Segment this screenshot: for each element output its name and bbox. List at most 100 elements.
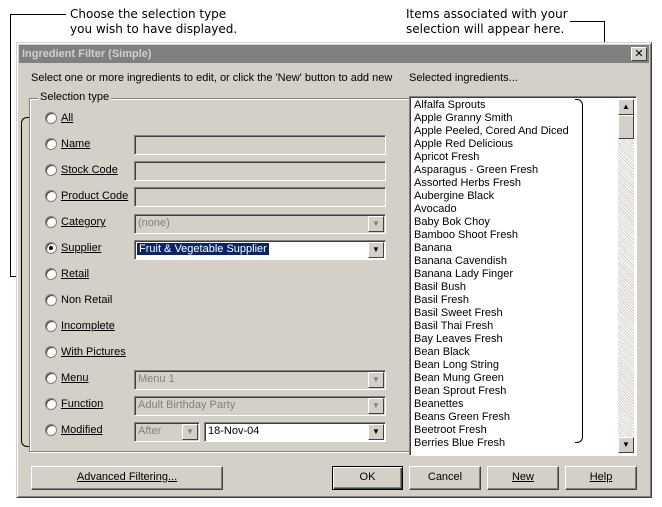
scroll-thumb[interactable] [618, 115, 634, 139]
close-icon[interactable]: ✕ [631, 47, 647, 61]
list-item[interactable]: Alfalfa Sprouts [414, 99, 636, 112]
radio-all-button[interactable] [45, 112, 57, 124]
list-item[interactable]: Asparagus - Green Fresh [414, 164, 636, 177]
list-scrollbar[interactable]: ▲ ▼ [618, 99, 634, 453]
product-code-field[interactable] [134, 187, 386, 207]
radio-menu[interactable]: Menu [45, 370, 89, 386]
left-leader-vertical [10, 14, 11, 276]
list-item[interactable]: Assorted Herbs Fresh [414, 177, 636, 190]
scroll-up-icon[interactable]: ▲ [618, 99, 634, 115]
chevron-down-icon[interactable]: ▼ [368, 242, 384, 258]
radio-category-button[interactable] [45, 216, 57, 228]
advanced-filtering-button[interactable]: Advanced Filtering... [31, 466, 223, 490]
list-item[interactable]: Bay Leaves Fresh [414, 333, 636, 346]
list-item[interactable]: Beetroot Fresh [414, 424, 636, 437]
radio-name-button[interactable] [45, 138, 57, 150]
chevron-down-icon[interactable]: ▼ [368, 216, 384, 232]
list-item[interactable]: Bean Sprout Fresh [414, 385, 636, 398]
radio-modified[interactable]: Modified [45, 422, 103, 438]
new-button[interactable]: New [487, 466, 559, 490]
chevron-down-icon[interactable]: ▼ [368, 398, 384, 414]
menu-select[interactable]: Menu 1 ▼ [134, 370, 386, 390]
supplier-select-value: Fruit & Vegetable Supplier [137, 243, 269, 255]
list-item[interactable]: Basil Bush [414, 281, 636, 294]
cancel-button[interactable]: Cancel [409, 466, 481, 490]
radio-all-label: All [61, 112, 74, 124]
list-item[interactable]: Avocado [414, 203, 636, 216]
list-item[interactable]: Beanettes [414, 398, 636, 411]
list-item[interactable]: Bean Black [414, 346, 636, 359]
radio-non-retail[interactable]: Non Retail [45, 292, 112, 308]
radio-supplier-button[interactable] [45, 242, 57, 254]
list-item[interactable]: Bean Mung Green [414, 372, 636, 385]
radio-function-button[interactable] [45, 398, 57, 410]
right-leader-horizontal [570, 21, 604, 22]
selected-ingredients-label: Selected ingredients... [409, 72, 518, 84]
help-button[interactable]: Help [565, 466, 637, 490]
list-item[interactable]: Basil Fresh [414, 294, 636, 307]
list-item[interactable]: Baby Bok Choy [414, 216, 636, 229]
radio-non-retail-button[interactable] [45, 294, 57, 306]
radio-incomplete-button[interactable] [45, 320, 57, 332]
radio-incomplete[interactable]: Incomplete [45, 318, 115, 334]
list-item[interactable]: Banana Lady Finger [414, 268, 636, 281]
radio-category[interactable]: Category [45, 214, 106, 230]
scroll-down-icon[interactable]: ▼ [618, 437, 634, 453]
radio-non-retail-label: Non Retail [61, 294, 113, 306]
radio-name[interactable]: Name [45, 136, 90, 152]
selected-ingredients-list[interactable]: Alfalfa Sprouts Apple Granny Smith Apple… [409, 96, 637, 456]
ok-button[interactable]: OK [332, 466, 403, 490]
radio-all[interactable]: All [45, 110, 73, 126]
name-field[interactable] [134, 135, 386, 155]
category-select[interactable]: (none) ▼ [134, 214, 386, 234]
list-item[interactable]: Apple Granny Smith [414, 112, 636, 125]
chevron-down-icon[interactable]: ▼ [182, 424, 198, 440]
ingredient-items: Alfalfa Sprouts Apple Granny Smith Apple… [410, 97, 636, 450]
list-item[interactable]: Basil Sweet Fresh [414, 307, 636, 320]
chevron-down-icon[interactable]: ▼ [368, 372, 384, 388]
radio-stock-code-button[interactable] [45, 164, 57, 176]
radio-modified-button[interactable] [45, 424, 57, 436]
list-item[interactable]: Apple Red Delicious [414, 138, 636, 151]
list-item[interactable]: Banana [414, 242, 636, 255]
right-callout-line-1: Items associated with your [406, 7, 568, 21]
function-select[interactable]: Adult Birthday Party ▼ [134, 396, 386, 416]
radio-with-pictures-label: With Pictures [61, 346, 126, 358]
supplier-select[interactable]: Fruit & Vegetable Supplier ▼ [134, 240, 386, 260]
radio-function-label: Function [61, 398, 104, 410]
list-item[interactable]: Beans Green Fresh [414, 411, 636, 424]
radio-with-pictures[interactable]: With Pictures [45, 344, 126, 360]
radio-product-code[interactable]: Product Code [45, 188, 128, 204]
list-item[interactable]: Bamboo Shoot Fresh [414, 229, 636, 242]
list-item[interactable]: Berries Blue Fresh [414, 437, 636, 450]
radio-menu-button[interactable] [45, 372, 57, 384]
selection-type-legend: Selection type [38, 91, 112, 103]
left-leader-horizontal [10, 14, 66, 15]
left-callout-line-2: you wish to have displayed. [70, 22, 238, 36]
chevron-down-icon[interactable]: ▼ [368, 424, 384, 440]
radio-stock-code[interactable]: Stock Code [45, 162, 118, 178]
radio-modified-label: Modified [61, 424, 103, 436]
radio-retail-button[interactable] [45, 268, 57, 280]
modified-operator-select[interactable]: After ▼ [134, 422, 200, 442]
radio-retail-label: Retail [61, 268, 90, 280]
list-item[interactable]: Apricot Fresh [414, 151, 636, 164]
list-item[interactable]: Banana Cavendish [414, 255, 636, 268]
list-item[interactable]: Bean Long String [414, 359, 636, 372]
group-bracket [21, 117, 29, 447]
radio-category-label: Category [61, 216, 106, 228]
ok-label: OK [359, 471, 376, 483]
radio-function[interactable]: Function [45, 396, 103, 412]
radio-with-pictures-button[interactable] [45, 346, 57, 358]
stock-code-field[interactable] [134, 161, 386, 181]
left-callout: Choose the selection type you wish to ha… [70, 7, 237, 37]
radio-retail[interactable]: Retail [45, 266, 89, 282]
radio-supplier[interactable]: Supplier [45, 240, 101, 256]
list-item[interactable]: Aubergine Black [414, 190, 636, 203]
list-item[interactable]: Apple Peeled, Cored And Diced [414, 125, 636, 138]
help-label: Help [589, 471, 613, 483]
radio-product-code-button[interactable] [45, 190, 57, 202]
modified-date-picker[interactable]: 18-Nov-04 ▼ [204, 422, 386, 442]
new-label: New [511, 471, 534, 483]
list-item[interactable]: Basil Thai Fresh [414, 320, 636, 333]
